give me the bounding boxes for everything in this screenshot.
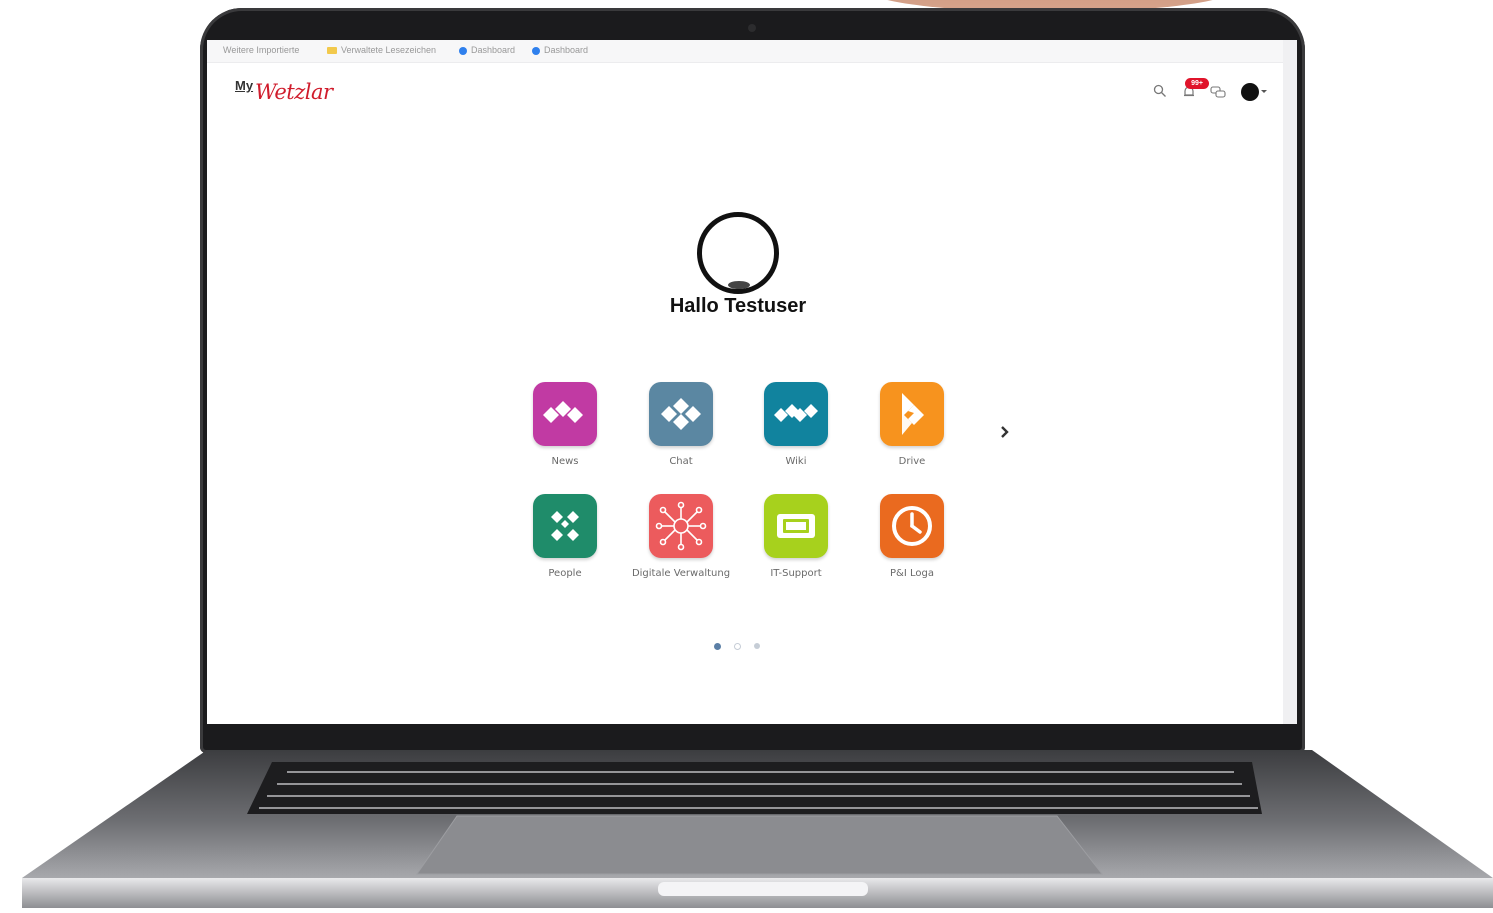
bookmark-folder[interactable]: Verwaltete Lesezeichen [327, 45, 436, 55]
browser-screen: Weitere Importierte Verwaltete Lesezeich… [207, 40, 1297, 724]
app-label: P&I Loga [890, 568, 934, 579]
bookmark-label: Dashboard [471, 45, 516, 55]
app-people[interactable]: People [510, 494, 620, 579]
app-news[interactable]: News [510, 382, 620, 467]
camera [748, 24, 756, 32]
app-chat[interactable]: Chat [626, 382, 736, 467]
app-wiki[interactable]: Wiki [741, 382, 851, 467]
app-label: Digitale Verwaltung [631, 568, 731, 579]
carousel-dot-active[interactable] [714, 643, 721, 650]
bookmark-item[interactable]: Dashboard [459, 45, 515, 55]
app-label: Drive [898, 456, 926, 467]
carousel-dot[interactable] [754, 643, 760, 649]
site-icon [532, 46, 540, 55]
carousel-dot[interactable] [734, 643, 741, 650]
avatar[interactable] [1241, 83, 1259, 101]
people-icon [533, 494, 597, 558]
logo-name: Wetzlar [255, 80, 333, 104]
bookmarks-bar: Weitere Importierte Verwaltete Lesezeich… [207, 40, 1283, 63]
app-drive[interactable]: Drive [857, 382, 967, 467]
bookmark-label: Verwaltete Lesezeichen [341, 45, 437, 55]
chevron-right-icon[interactable] [995, 422, 1015, 442]
logo-prefix: My [235, 78, 254, 93]
app-pi-loga[interactable]: P&I Loga [857, 494, 967, 579]
notification-badge: 99+ [1185, 78, 1209, 89]
network-icon [649, 494, 713, 558]
clock-icon [880, 494, 944, 558]
bookmark-label: Weitere Importierte [223, 45, 300, 55]
chat-icon[interactable] [1210, 85, 1226, 104]
drive-icon [880, 382, 944, 446]
app-label: People [548, 568, 582, 579]
news-icon [533, 382, 597, 446]
chat-app-icon [649, 382, 713, 446]
bookmark-item[interactable]: Dashboard [532, 45, 588, 55]
search-icon[interactable] [1153, 84, 1167, 103]
folder-icon [327, 47, 337, 55]
profile-avatar[interactable] [697, 212, 779, 294]
app-label: IT-Support [770, 568, 822, 579]
ticket-icon [764, 494, 828, 558]
bookmark-item[interactable]: Weitere Importierte [223, 45, 299, 55]
carousel-pagination [714, 643, 774, 653]
greeting: Hallo Testuser [669, 295, 807, 317]
bookmark-label: Dashboard [544, 45, 589, 55]
site-icon [459, 46, 467, 55]
app-digitale-verwaltung[interactable]: Digitale Verwaltung [626, 494, 736, 579]
app-label: News [551, 456, 579, 467]
page-right-edge [1283, 40, 1297, 724]
header-actions: 99+ [1147, 78, 1277, 104]
laptop-base [22, 750, 1493, 908]
app-it-support[interactable]: IT-Support [741, 494, 851, 579]
app-label: Wiki [785, 456, 807, 467]
wiki-icon [764, 382, 828, 446]
app-label: Chat [669, 456, 693, 467]
chevron-down-icon[interactable] [1261, 90, 1267, 93]
